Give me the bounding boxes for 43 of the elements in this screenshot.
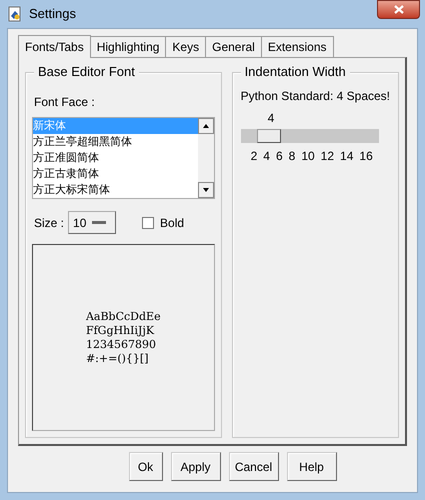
tab[interactable]: Extensions [262, 36, 334, 57]
tick-label: 8 [288, 148, 296, 165]
font-list[interactable]: 新宋体 方正兰亭超细黑简体 方正准圆简体 方正古隶简体 方正大标宋简体 [32, 117, 215, 199]
scroll-up-icon[interactable] [198, 118, 214, 134]
tick-label: 2 [250, 148, 258, 165]
slider-thumb[interactable] [256, 129, 281, 143]
scrollbar[interactable] [198, 118, 214, 198]
tick-label: 6 [276, 148, 283, 165]
sample-text: #:+=(){}[] [86, 352, 148, 366]
sample-text: FfGgHhIiJjK [86, 324, 154, 338]
tick-label: 10 [301, 148, 315, 165]
sample-text: 1234567890 [86, 338, 156, 352]
dialog-button[interactable]: Ok [128, 452, 162, 481]
font-list-item[interactable]: 方正准圆简体 [33, 150, 198, 166]
dialog-button[interactable]: Help [286, 452, 336, 481]
scroll-down-icon[interactable] [198, 182, 214, 198]
tick-label: 12 [320, 148, 334, 165]
tab[interactable]: Highlighting [90, 36, 166, 57]
size-label: Size : [34, 214, 64, 232]
sample-text: AaBbCcDdEe [86, 310, 161, 324]
window-title: Settings [29, 5, 76, 24]
font-list-item[interactable]: 方正大标宋简体 [33, 182, 198, 198]
font-list-item[interactable]: 方正古隶简体 [33, 166, 198, 182]
bold-checkbox[interactable] [142, 216, 154, 228]
bold-label: Bold [160, 214, 184, 232]
close-icon [394, 5, 404, 14]
indent-note: Python Standard: 4 Spaces! [240, 88, 390, 105]
dialog-button[interactable]: Cancel [228, 452, 278, 481]
tick-label: 4 [263, 148, 270, 165]
app-icon [7, 6, 23, 22]
dropdown-indicator-icon [92, 220, 106, 224]
tick-label: 14 [340, 148, 354, 165]
font-face-label: Font Face : [34, 94, 96, 111]
font-list-item[interactable]: 方正兰亭超细黑简体 [33, 134, 198, 150]
tab[interactable]: Keys [166, 36, 206, 57]
tab[interactable]: Fonts/Tabs [18, 35, 91, 58]
tick-label: 16 [359, 148, 373, 165]
size-dropdown[interactable]: 10 [68, 211, 116, 234]
close-button[interactable] [377, 0, 420, 19]
dialog-button[interactable]: Apply [170, 452, 220, 481]
tab[interactable]: General [206, 36, 262, 57]
slider-track[interactable] [240, 129, 379, 143]
slider-value: 4 [268, 110, 276, 127]
